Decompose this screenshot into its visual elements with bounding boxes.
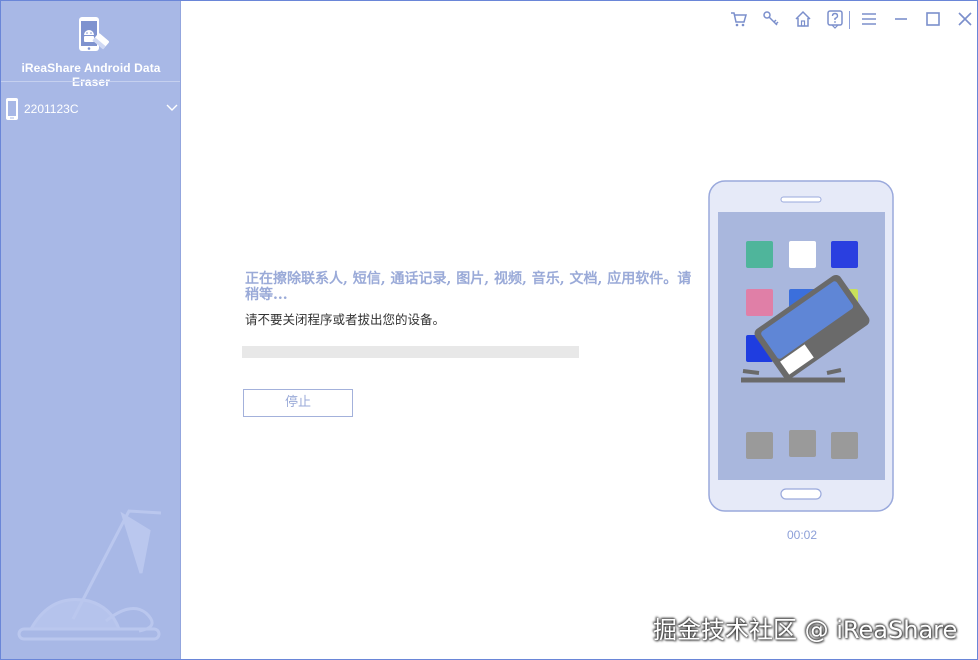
help-icon[interactable] [825, 9, 845, 29]
cart-icon[interactable] [729, 9, 749, 29]
device-name: 2201123C [24, 102, 79, 116]
erasing-status-title: 正在擦除联系人, 短信, 通话记录, 图片, 视频, 音乐, 文档, 应用软件。… [245, 271, 692, 303]
app-title: iReaShare Android Data Eraser [21, 61, 161, 89]
vacuum-cleaner-decoration [11, 501, 176, 651]
elapsed-timer: 00:02 [786, 528, 818, 542]
chevron-down-icon[interactable] [165, 99, 179, 111]
sidebar: iReaShare Android Data Eraser 2201123C [1, 1, 181, 659]
home-icon[interactable] [793, 9, 813, 29]
key-icon[interactable] [761, 9, 781, 29]
phone-eraser-illustration [707, 179, 897, 513]
minimize-icon[interactable] [891, 9, 911, 29]
phone-icon [5, 97, 19, 121]
menu-icon[interactable] [859, 9, 879, 29]
watermark: 掘金技术社区 @ iReaShare [653, 616, 958, 644]
android-eraser-logo-icon [73, 15, 113, 57]
do-not-disconnect-notice: 请不要关闭程序或者拔出您的设备。 [245, 312, 446, 327]
stop-button[interactable]: 停止 [243, 389, 353, 417]
erase-progress-bar [242, 346, 579, 358]
close-icon[interactable] [955, 9, 975, 29]
device-selector[interactable]: 2201123C [1, 93, 180, 125]
app-window: iReaShare Android Data Eraser 2201123C 正… [0, 0, 978, 660]
maximize-icon[interactable] [923, 9, 943, 29]
toolbar-divider [849, 11, 850, 29]
sidebar-divider [1, 81, 180, 82]
